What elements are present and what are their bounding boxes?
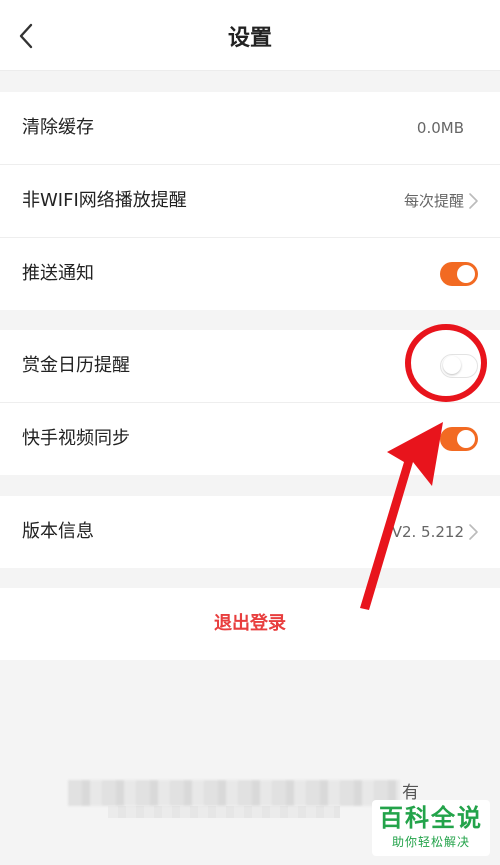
chevron-right-icon xyxy=(469,193,478,209)
version-info-row[interactable]: 版本信息 V2. 5.212 xyxy=(0,496,500,568)
push-notification-row: 推送通知 xyxy=(0,238,500,310)
non-wifi-reminder-label: 非WIFI网络播放提醒 xyxy=(22,190,187,211)
page-title: 设置 xyxy=(227,26,272,51)
toggle-knob xyxy=(443,356,461,374)
toggle-knob xyxy=(457,430,475,448)
blurred-footer-text xyxy=(68,780,400,806)
clear-cache-row[interactable]: 清除缓存 0.0MB xyxy=(0,92,500,165)
push-notification-toggle[interactable] xyxy=(440,262,478,286)
clear-cache-label: 清除缓存 xyxy=(22,117,94,138)
non-wifi-reminder-value: 每次提醒 xyxy=(403,192,464,210)
settings-group-sync: 赏金日历提醒 快手视频同步 xyxy=(0,330,500,475)
non-wifi-reminder-row[interactable]: 非WIFI网络播放提醒 每次提醒 xyxy=(0,165,500,238)
bounty-calendar-row: 赏金日历提醒 xyxy=(0,330,500,403)
watermark-title: 百科全说 xyxy=(379,804,483,832)
chevron-right-icon xyxy=(469,524,478,540)
push-notification-label: 推送通知 xyxy=(22,263,94,284)
version-value: V2. 5.212 xyxy=(391,523,464,541)
bounty-calendar-toggle[interactable] xyxy=(440,354,478,378)
settings-group-about: 版本信息 V2. 5.212 xyxy=(0,496,500,568)
settings-group-general: 清除缓存 0.0MB 非WIFI网络播放提醒 每次提醒 推送通知 xyxy=(0,92,500,310)
kuaishou-sync-row: 快手视频同步 xyxy=(0,403,500,475)
kuaishou-sync-toggle[interactable] xyxy=(440,427,478,451)
toggle-knob xyxy=(457,265,475,283)
version-info-label: 版本信息 xyxy=(22,521,94,542)
blurred-footer-text-secondary xyxy=(108,806,340,818)
cache-size-value: 0.0MB xyxy=(416,119,464,137)
bounty-calendar-label: 赏金日历提醒 xyxy=(22,355,130,376)
logout-button[interactable]: 退出登录 xyxy=(0,588,500,660)
watermark-subtitle: 助你轻松解决 xyxy=(391,835,470,849)
top-bar: 设置 xyxy=(0,0,500,71)
kuaishou-sync-label: 快手视频同步 xyxy=(22,428,130,449)
watermark-logo: 百科全说 助你轻松解决 xyxy=(372,800,490,856)
